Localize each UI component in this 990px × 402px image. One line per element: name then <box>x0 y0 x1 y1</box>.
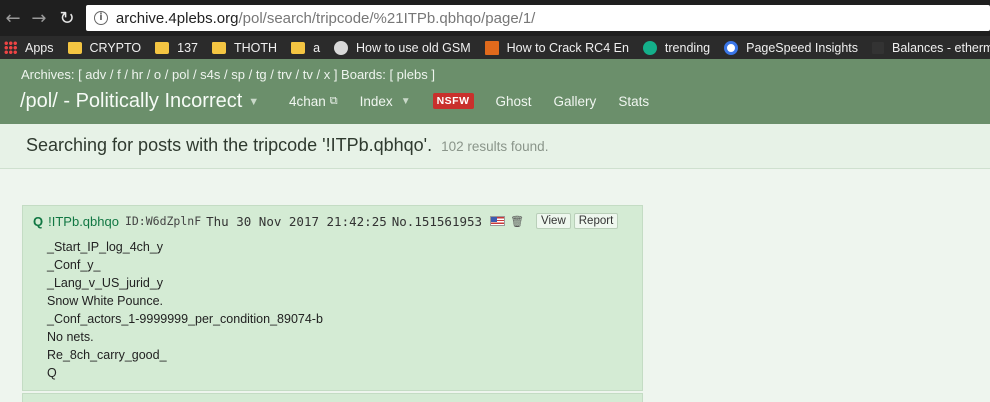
folder-icon <box>212 41 226 54</box>
post-line: _Conf_actors_1-9999999_per_condition_890… <box>47 312 323 326</box>
forward-arrow-icon[interactable]: → <box>26 5 52 31</box>
site-favicon-icon <box>724 40 739 55</box>
nav-ghost-link[interactable]: Ghost <box>496 94 532 109</box>
search-results-banner: Searching for posts with the tripcode '!… <box>0 124 990 169</box>
view-button[interactable]: View <box>536 213 571 229</box>
site-favicon-icon <box>642 40 657 55</box>
bookmark-crypto[interactable]: CRYPTO <box>67 41 141 55</box>
board-nav: 4chan ⧉ Index ▼ NSFW Ghost Gallery Stats <box>289 93 671 109</box>
bookmark-137[interactable]: 137 <box>155 41 198 55</box>
bookmark-ethermine[interactable]: Balances - ethermine <box>872 41 990 55</box>
bookmark-gsm[interactable]: How to use old GSM <box>334 40 471 55</box>
bookmarks-bar: Apps CRYPTO 137 THOTH a How to use old G… <box>0 36 990 59</box>
nav-gallery-link[interactable]: Gallery <box>554 94 597 109</box>
post: Q !ITPb.qbhqo ID:W6dZplnF Thu 30 Nov 201… <box>22 205 643 391</box>
bookmark-a[interactable]: a <box>291 41 320 55</box>
bookmark-apps[interactable]: Apps <box>4 41 54 55</box>
post-line: _Conf_y_ <box>47 258 101 272</box>
site-favicon-icon <box>872 41 884 54</box>
archives-nav[interactable]: Archives: [ adv / f / hr / o / pol / s4s… <box>21 67 435 82</box>
post-header: Q !ITPb.qbhqo ID:W6dZplnF Thu 30 Nov 201… <box>33 213 621 229</box>
apps-grid-icon <box>4 41 17 54</box>
reload-icon[interactable]: ↻ <box>54 5 80 31</box>
site-favicon-icon <box>334 40 349 55</box>
search-summary: Searching for posts with the tripcode '!… <box>26 135 549 155</box>
post-number[interactable]: No.151561953 <box>392 214 482 229</box>
results-count: 102 results found. <box>441 139 549 154</box>
report-button[interactable]: Report <box>573 213 619 229</box>
post-line: Q <box>47 366 57 380</box>
nav-stats-link[interactable]: Stats <box>618 94 649 109</box>
next-post <box>22 393 643 402</box>
post-line: _Start_IP_log_4ch_y <box>47 240 164 254</box>
poster-id[interactable]: ID:W6dZplnF <box>125 214 201 228</box>
browser-toolbar: ← → ↻ i archive.4plebs.org/pol/search/tr… <box>0 0 990 36</box>
address-bar[interactable]: i archive.4plebs.org/pol/search/tripcode… <box>85 5 990 31</box>
folder-icon <box>67 41 82 54</box>
bookmark-trending[interactable]: trending <box>642 40 710 55</box>
poster-name: Q <box>33 213 44 229</box>
us-flag-icon <box>490 216 506 226</box>
url-path: /pol/search/tripcode/%21ITPb.qbhqo/page/… <box>238 9 536 27</box>
info-icon[interactable]: i <box>93 11 108 25</box>
chevron-down-icon: ▼ <box>248 95 260 108</box>
folder-icon <box>155 41 170 54</box>
nsfw-badge: NSFW <box>432 93 474 109</box>
poster-tripcode[interactable]: !ITPb.qbhqo <box>48 214 119 229</box>
site-favicon-icon <box>484 40 499 55</box>
folder-icon <box>291 41 306 54</box>
post-line: Re_8ch_carry_good_ <box>47 348 167 362</box>
site-header: Archives: [ adv / f / hr / o / pol / s4s… <box>0 59 990 124</box>
nav-4chan-link[interactable]: 4chan ⧉ <box>289 94 338 109</box>
chevron-down-icon: ▼ <box>400 95 411 107</box>
back-arrow-icon[interactable]: ← <box>0 5 26 31</box>
post-line: Snow White Pounce. <box>47 294 164 308</box>
bookmark-thoth[interactable]: THOTH <box>212 41 277 55</box>
url-host: archive.4plebs.org <box>115 9 239 27</box>
post-line: _Lang_v_US_jurid_y <box>47 276 164 290</box>
board-title[interactable]: /pol/ - Politically Incorrect ▼ <box>20 90 259 113</box>
nav-index-link[interactable]: Index ▼ <box>360 94 411 109</box>
post-body: _Start_IP_log_4ch_y _Conf_y_ _Lang_v_US_… <box>47 238 323 382</box>
external-link-icon: ⧉ <box>329 94 338 107</box>
post-date: Thu 30 Nov 2017 21:42:25 <box>206 213 387 229</box>
trash-icon[interactable]: 🗑 <box>510 215 524 228</box>
post-line: No nets. <box>47 330 94 344</box>
bookmark-pagespeed[interactable]: PageSpeed Insights <box>724 40 858 55</box>
bookmark-rc4[interactable]: How to Crack RC4 En <box>484 40 629 55</box>
